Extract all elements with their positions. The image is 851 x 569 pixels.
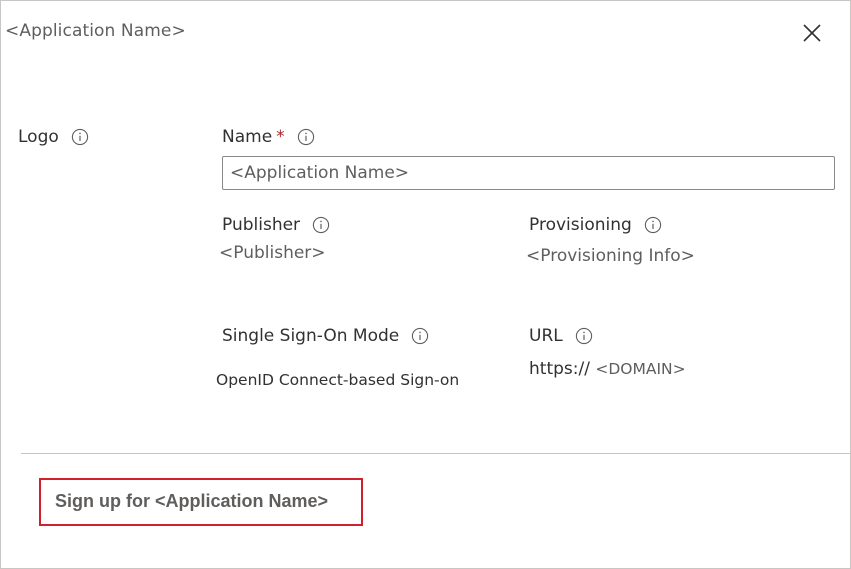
- sso-field-label: Single Sign-On Mode: [222, 326, 429, 346]
- publisher-label: Publisher: [222, 215, 301, 235]
- info-icon[interactable]: [411, 327, 429, 345]
- info-icon[interactable]: [312, 216, 330, 234]
- info-icon[interactable]: [575, 327, 593, 345]
- name-input[interactable]: [222, 156, 835, 190]
- url-domain: <DOMAIN>: [595, 360, 686, 378]
- name-field-label: Name *: [222, 127, 315, 147]
- publisher-value: <Publisher>: [219, 243, 326, 263]
- info-icon[interactable]: [644, 216, 662, 234]
- panel-title: <Application Name>: [5, 21, 186, 41]
- url-prefix: https://: [529, 359, 590, 379]
- signup-link[interactable]: Sign up for <Application Name>: [55, 491, 328, 512]
- footer-divider: [21, 453, 851, 454]
- app-details-panel: <Application Name> Logo Name * <Applicat…: [0, 0, 851, 569]
- close-button[interactable]: [798, 19, 826, 47]
- publisher-field-label: Publisher: [222, 215, 330, 235]
- info-icon[interactable]: [71, 128, 89, 146]
- logo-label: Logo: [18, 127, 59, 147]
- name-label: Name: [222, 127, 273, 147]
- signup-highlight-box: Sign up for <Application Name>: [39, 478, 363, 526]
- url-value: https:// <DOMAIN>: [529, 359, 686, 379]
- url-field-label: URL: [529, 326, 593, 346]
- sso-label: Single Sign-On Mode: [222, 326, 400, 346]
- required-marker: *: [276, 127, 285, 147]
- provisioning-label: Provisioning: [529, 215, 632, 235]
- logo-field: Logo: [18, 127, 89, 147]
- sso-value: OpenID Connect-based Sign-on: [216, 371, 460, 389]
- provisioning-field-label: Provisioning: [529, 215, 662, 235]
- provisioning-value: <Provisioning Info>: [526, 246, 695, 266]
- url-label: URL: [529, 326, 563, 346]
- info-icon[interactable]: [297, 128, 315, 146]
- close-icon: [803, 24, 821, 42]
